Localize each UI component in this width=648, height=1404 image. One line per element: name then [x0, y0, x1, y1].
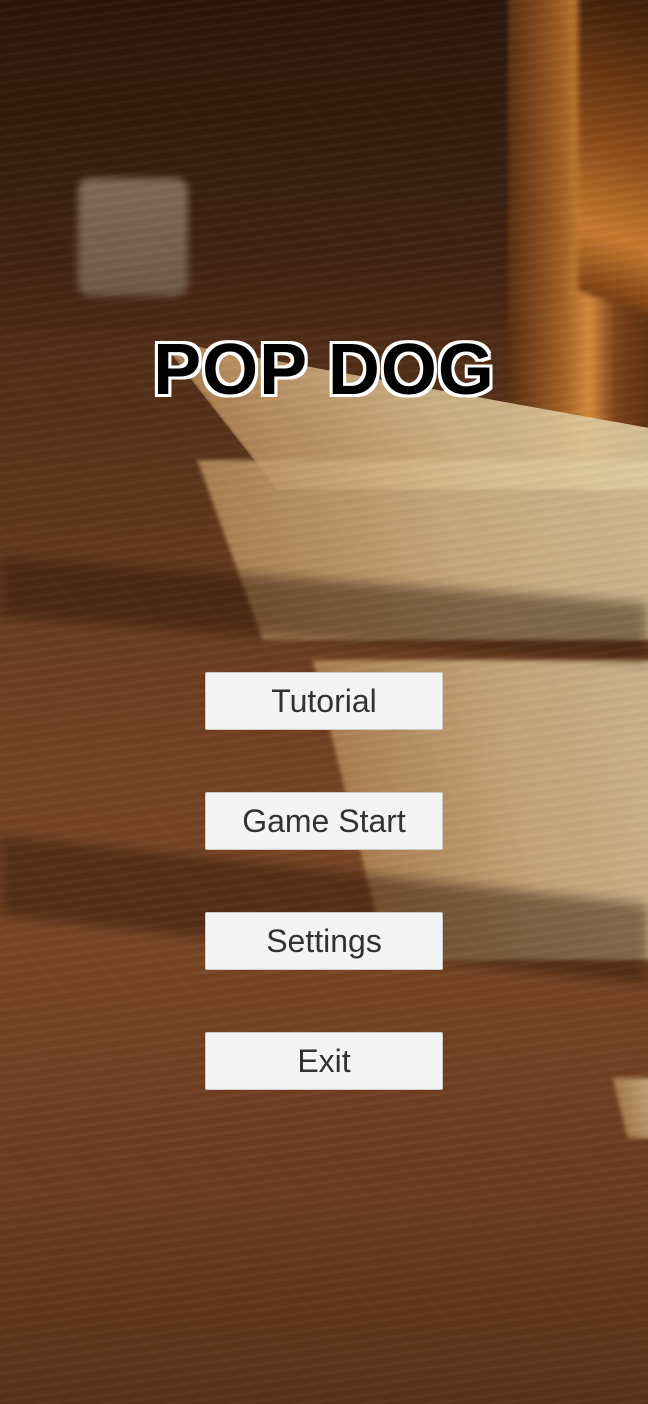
game-title: POP DOG [153, 330, 495, 410]
game-start-button[interactable]: Game Start [205, 792, 443, 850]
tutorial-button[interactable]: Tutorial [205, 672, 443, 730]
exit-button[interactable]: Exit [205, 1032, 443, 1090]
main-menu-screen: POP DOG Tutorial Game Start Settings Exi… [0, 0, 648, 1404]
settings-button[interactable]: Settings [205, 912, 443, 970]
main-menu: Tutorial Game Start Settings Exit [205, 672, 443, 1152]
